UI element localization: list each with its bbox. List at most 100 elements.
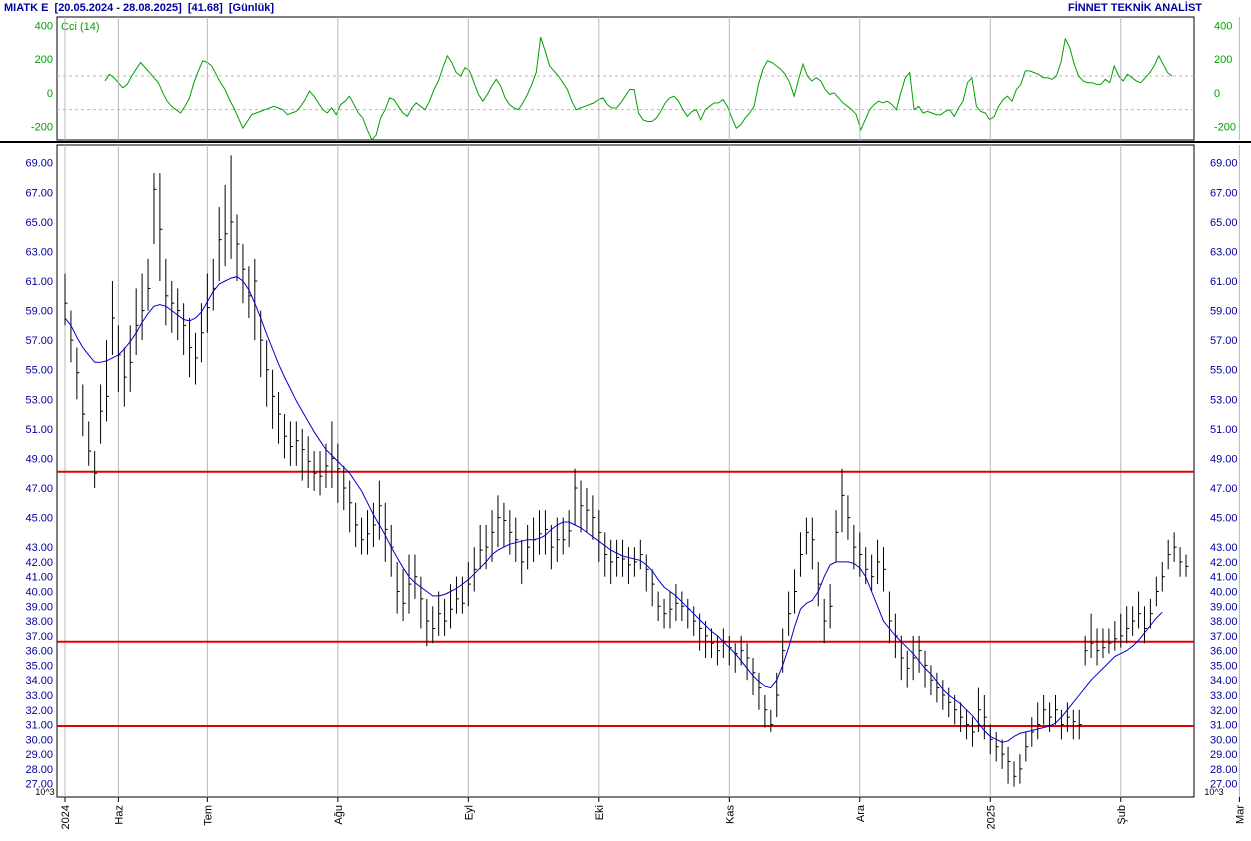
price-bar-110 [716, 635, 720, 666]
price-tick-left-12: 45.00 [25, 513, 53, 525]
price-bar-1 [70, 310, 74, 363]
price-bar-117 [758, 672, 762, 710]
price-bar-126 [811, 517, 815, 570]
price-bar-6 [100, 384, 104, 444]
price-bar-121 [782, 628, 786, 673]
price-bar-39 [295, 421, 299, 466]
price-tick-right-15: 41.00 [1210, 572, 1238, 584]
price-bar-3 [82, 384, 86, 437]
price-bar-148 [942, 680, 946, 710]
price-bar-61 [426, 598, 430, 647]
price-bar-29 [236, 214, 240, 282]
price-bar-38 [289, 421, 293, 466]
price-bar-34 [266, 340, 270, 407]
price-bar-152 [966, 709, 970, 740]
xtick-label-1: Haz [113, 805, 125, 825]
price-tick-left-10: 49.00 [25, 453, 53, 465]
price-bar-21 [189, 317, 193, 378]
price-bar-30 [242, 244, 246, 304]
price-bar-107 [699, 613, 703, 651]
price-bar-7 [106, 340, 110, 422]
price-bar-88 [586, 488, 590, 533]
price-bar-37 [283, 414, 287, 459]
price-bar-74 [503, 502, 507, 548]
price-bar-36 [278, 391, 282, 444]
price-bar-41 [307, 436, 311, 489]
price-bar-159 [1007, 746, 1011, 784]
price-bar-181 [1138, 591, 1142, 629]
price-tick-right-16: 40.00 [1210, 586, 1238, 598]
price-bar-142 [906, 650, 910, 688]
price-bar-8 [111, 281, 115, 355]
axis-unit-right: 10^3 [1204, 787, 1223, 797]
price-tick-left-9: 51.00 [25, 424, 53, 436]
price-bar-0 [64, 273, 68, 326]
price-tick-left-18: 38.00 [25, 616, 53, 628]
price-bar-133 [853, 524, 857, 570]
price-tick-right-1: 67.00 [1210, 187, 1238, 199]
price-tick-left-11: 47.00 [25, 483, 53, 495]
price-bar-164 [1037, 702, 1041, 740]
price-bar-132 [847, 495, 851, 540]
price-bar-122 [788, 591, 792, 636]
price-bar-101 [663, 598, 667, 629]
price-bar-136 [871, 554, 875, 592]
xtick-label-6: Kas [724, 805, 736, 824]
price-bar-128 [823, 598, 827, 644]
price-bar-87 [580, 480, 584, 533]
price-bar-139 [888, 591, 892, 644]
price-tick-left-5: 59.00 [25, 306, 53, 318]
price-bar-174 [1096, 628, 1100, 666]
price-bar-185 [1161, 561, 1165, 592]
price-bar-53 [378, 480, 382, 540]
xtick-label-4: Eyl [463, 805, 475, 820]
price-tick-left-23: 33.00 [25, 690, 53, 702]
price-bar-46 [337, 443, 341, 503]
price-bar-62 [432, 606, 436, 644]
price-bar-84 [562, 517, 566, 555]
cci-tick-left-2: 0 [47, 88, 53, 100]
price-bar-160 [1013, 761, 1017, 787]
price-tick-right-17: 39.00 [1210, 601, 1238, 613]
price-bar-24 [206, 273, 210, 333]
price-tick-right-7: 55.00 [1210, 365, 1238, 377]
price-bar-184 [1155, 576, 1159, 607]
price-tick-left-14: 42.00 [25, 557, 53, 569]
price-tick-left-21: 35.00 [25, 660, 53, 672]
price-bar-57 [402, 569, 406, 622]
price-tick-right-19: 37.00 [1210, 631, 1238, 643]
price-tick-left-16: 40.00 [25, 586, 53, 598]
price-bar-9 [117, 325, 121, 392]
price-tick-right-22: 34.00 [1210, 675, 1238, 687]
price-tick-right-6: 57.00 [1210, 335, 1238, 347]
price-bar-177 [1114, 621, 1118, 651]
price-bar-123 [794, 569, 798, 614]
price-bar-27 [224, 184, 228, 267]
price-tick-right-28: 28.00 [1210, 764, 1238, 776]
price-bar-59 [414, 554, 418, 599]
price-bar-54 [384, 502, 388, 562]
price-bar-51 [366, 510, 370, 555]
price-tick-left-1: 67.00 [25, 187, 53, 199]
price-bar-131 [841, 468, 845, 533]
price-tick-left-4: 61.00 [25, 276, 53, 288]
xtick-label-0: 2024 [60, 805, 72, 829]
price-bar-95 [627, 547, 631, 585]
price-bar-2 [76, 347, 80, 400]
price-tick-left-26: 30.00 [25, 734, 53, 746]
price-tick-left-3: 63.00 [25, 246, 53, 258]
price-tick-right-21: 35.00 [1210, 660, 1238, 672]
price-tick-right-10: 49.00 [1210, 453, 1238, 465]
price-panel: 69.00 69.00 67.00 67.00 65.00 65.00 63.00 63.00… [25, 144, 1240, 798]
price-bar-173 [1090, 613, 1094, 659]
xtick-label-10: Mar [1234, 805, 1246, 824]
chart-canvas: 400 400200 2000 0-200 -200Cci (14) 69.00 69.0… [0, 16, 1251, 829]
price-bar-76 [515, 517, 519, 562]
price-tick-right-12: 45.00 [1210, 513, 1238, 525]
price-bar-112 [728, 635, 732, 666]
price-bar-162 [1025, 731, 1029, 762]
price-tick-right-23: 33.00 [1210, 690, 1238, 702]
cci-line [104, 37, 1173, 141]
price-bar-106 [693, 606, 697, 636]
axis-unit-left: 10^3 [35, 787, 54, 797]
